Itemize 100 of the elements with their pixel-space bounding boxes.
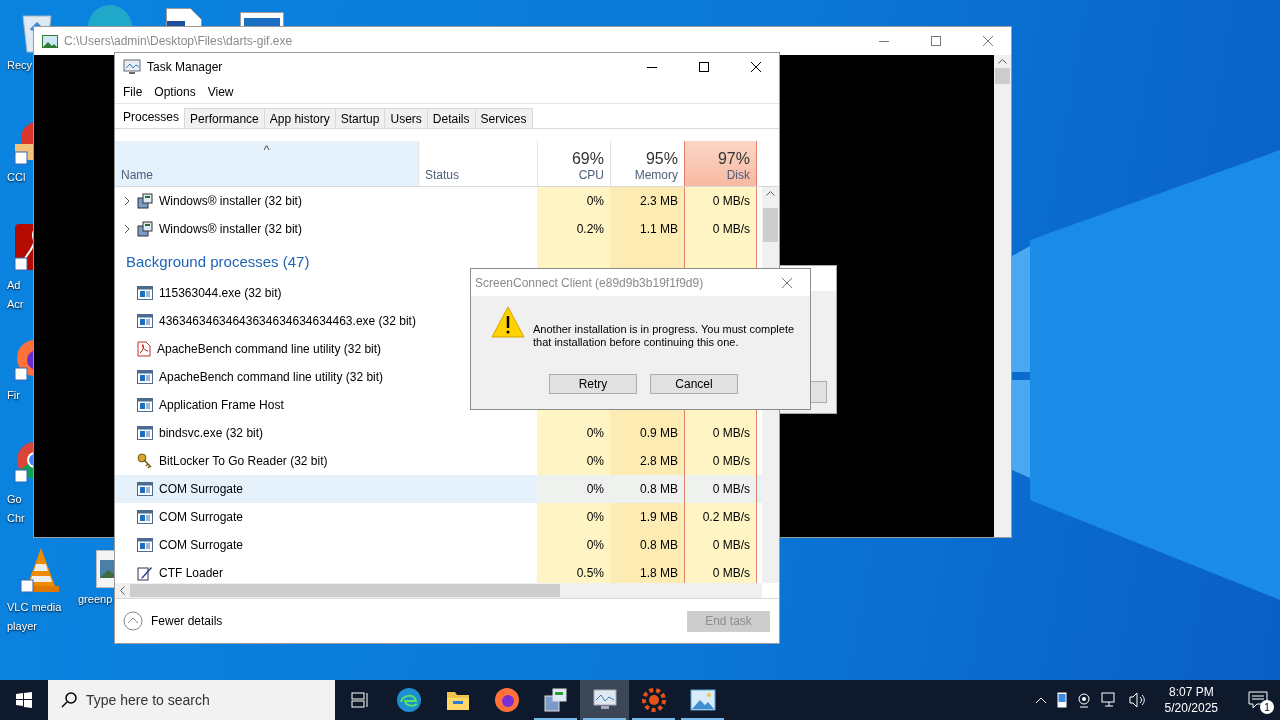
image-icon	[42, 34, 58, 48]
scrollbar-thumb[interactable]	[763, 208, 778, 242]
process-name: Application Frame Host	[159, 398, 284, 412]
window-icon	[137, 426, 153, 440]
menu-item[interactable]: View	[201, 85, 240, 99]
warning-icon	[491, 306, 525, 338]
window-icon	[137, 286, 153, 300]
notifications-button[interactable]: 1	[1236, 680, 1280, 720]
process-name: Windows® installer (32 bit)	[159, 194, 302, 208]
collapse-icon	[123, 611, 143, 631]
volume-icon[interactable]	[1128, 692, 1147, 708]
disk-value: 0.2 MB/s	[684, 503, 757, 531]
webcam-icon[interactable]	[1076, 692, 1091, 708]
process-row[interactable]: COM Surrogate 0% 0.8 MB 0 MB/s	[115, 475, 762, 503]
firefox-icon	[493, 687, 520, 713]
tab[interactable]: Services	[474, 108, 533, 128]
close-icon	[781, 276, 793, 289]
task-view-icon	[349, 692, 370, 708]
tab[interactable]: Performance	[184, 108, 265, 128]
scrollbar-thumb[interactable]	[995, 68, 1010, 84]
icon-label: Fir	[7, 388, 20, 403]
window-icon	[137, 370, 153, 384]
notification-count: 1	[1260, 700, 1274, 714]
column-header[interactable]: 97% Disk	[684, 141, 757, 186]
expand-chevron-icon[interactable]	[123, 196, 131, 206]
process-name: Windows® installer (32 bit)	[159, 222, 302, 236]
window-icon	[137, 538, 153, 552]
column-header[interactable]: ^ Name	[115, 141, 418, 186]
search-icon	[61, 692, 77, 708]
cpu-value: 0%	[537, 419, 610, 447]
clock[interactable]: 8:07 PM 5/20/2025	[1156, 684, 1226, 716]
disk-value: 0 MB/s	[684, 559, 757, 583]
expand-chevron-icon[interactable]	[123, 224, 131, 234]
window-icon	[137, 398, 153, 412]
menu-item[interactable]: Options	[148, 85, 202, 99]
cpu-value: 0%	[537, 475, 610, 503]
maximize-icon	[931, 36, 941, 46]
memory-value: 2.8 MB	[610, 447, 684, 475]
cpu-value: 0%	[537, 503, 610, 531]
column-label: CPU	[578, 168, 604, 182]
minimize-icon	[647, 66, 657, 68]
icon-label: Chr	[7, 511, 25, 526]
usage-percent: 95%	[645, 150, 678, 168]
disk-value: 0 MB/s	[684, 475, 757, 503]
tab[interactable]: App history	[263, 108, 336, 128]
window-icon	[137, 482, 153, 496]
edge-icon	[395, 687, 422, 713]
memory-value: 1.8 MB	[610, 559, 684, 583]
tab[interactable]: Startup	[334, 108, 386, 128]
search-field[interactable]: Type here to search	[48, 680, 335, 720]
cpu-value: 0.2%	[537, 215, 610, 243]
usage-percent: 97%	[717, 150, 750, 168]
dialog-button[interactable]: Cancel	[650, 374, 738, 394]
fewer-details-button[interactable]: Fewer details	[123, 611, 223, 631]
maximize-icon	[699, 62, 709, 72]
icon-label: Acr	[7, 297, 24, 312]
menu-item[interactable]: File	[117, 85, 149, 99]
column-label: Status	[425, 168, 461, 182]
icon-label: Go	[7, 492, 22, 507]
close-icon	[982, 35, 994, 47]
dialog-button[interactable]: Retry	[549, 374, 637, 394]
taskbar-app[interactable]	[580, 680, 629, 720]
tab[interactable]: Users	[384, 108, 428, 128]
device-icon[interactable]	[1056, 692, 1067, 708]
photos-icon	[689, 689, 716, 711]
process-name: COM Surrogate	[159, 482, 244, 496]
pen-icon	[137, 565, 153, 581]
process-name: 43634634634643634634634634463.exe (32 bit)	[159, 314, 416, 328]
window-icon	[137, 314, 153, 328]
show-hidden-icons-icon[interactable]	[1034, 696, 1047, 704]
installer-icon	[542, 687, 569, 713]
installer-icon	[137, 221, 153, 237]
disk-value: 0 MB/s	[684, 531, 757, 559]
icon-label: CCl	[7, 170, 26, 185]
usage-percent: 69%	[571, 150, 604, 168]
cpu-value: 0.5%	[537, 559, 610, 583]
edge-icon	[86, 5, 134, 27]
disk-value: 0 MB/s	[684, 447, 757, 475]
minimize-icon	[879, 40, 889, 42]
icon-label: VLC media	[7, 600, 62, 615]
cpu-value: 0%	[537, 531, 610, 559]
icon-label: greenp	[78, 592, 113, 607]
memory-value: 0.8 MB	[610, 475, 684, 503]
process-name: COM Surrogate	[159, 538, 244, 552]
process-name: bindsvc.exe (32 bit)	[159, 426, 264, 440]
icon-label: Recy	[7, 58, 33, 73]
gear-icon	[640, 687, 667, 713]
process-name: CTF Loader	[159, 566, 224, 580]
scrollbar-thumb[interactable]	[130, 584, 560, 597]
installer-icon	[137, 193, 153, 209]
disk-value: 0 MB/s	[684, 419, 757, 447]
tab[interactable]: Details	[426, 108, 476, 128]
sort-caret-icon: ^	[121, 142, 412, 168]
memory-value: 1.1 MB	[610, 215, 684, 243]
task-manager-icon	[123, 59, 141, 75]
memory-value: 0.9 MB	[610, 419, 684, 447]
task-manager-icon	[591, 688, 618, 712]
column-label: Memory	[634, 168, 678, 182]
process-name: ApacheBench command line utility (32 bit)	[157, 342, 382, 356]
process-name: ApacheBench command line utility (32 bit)	[159, 370, 384, 384]
